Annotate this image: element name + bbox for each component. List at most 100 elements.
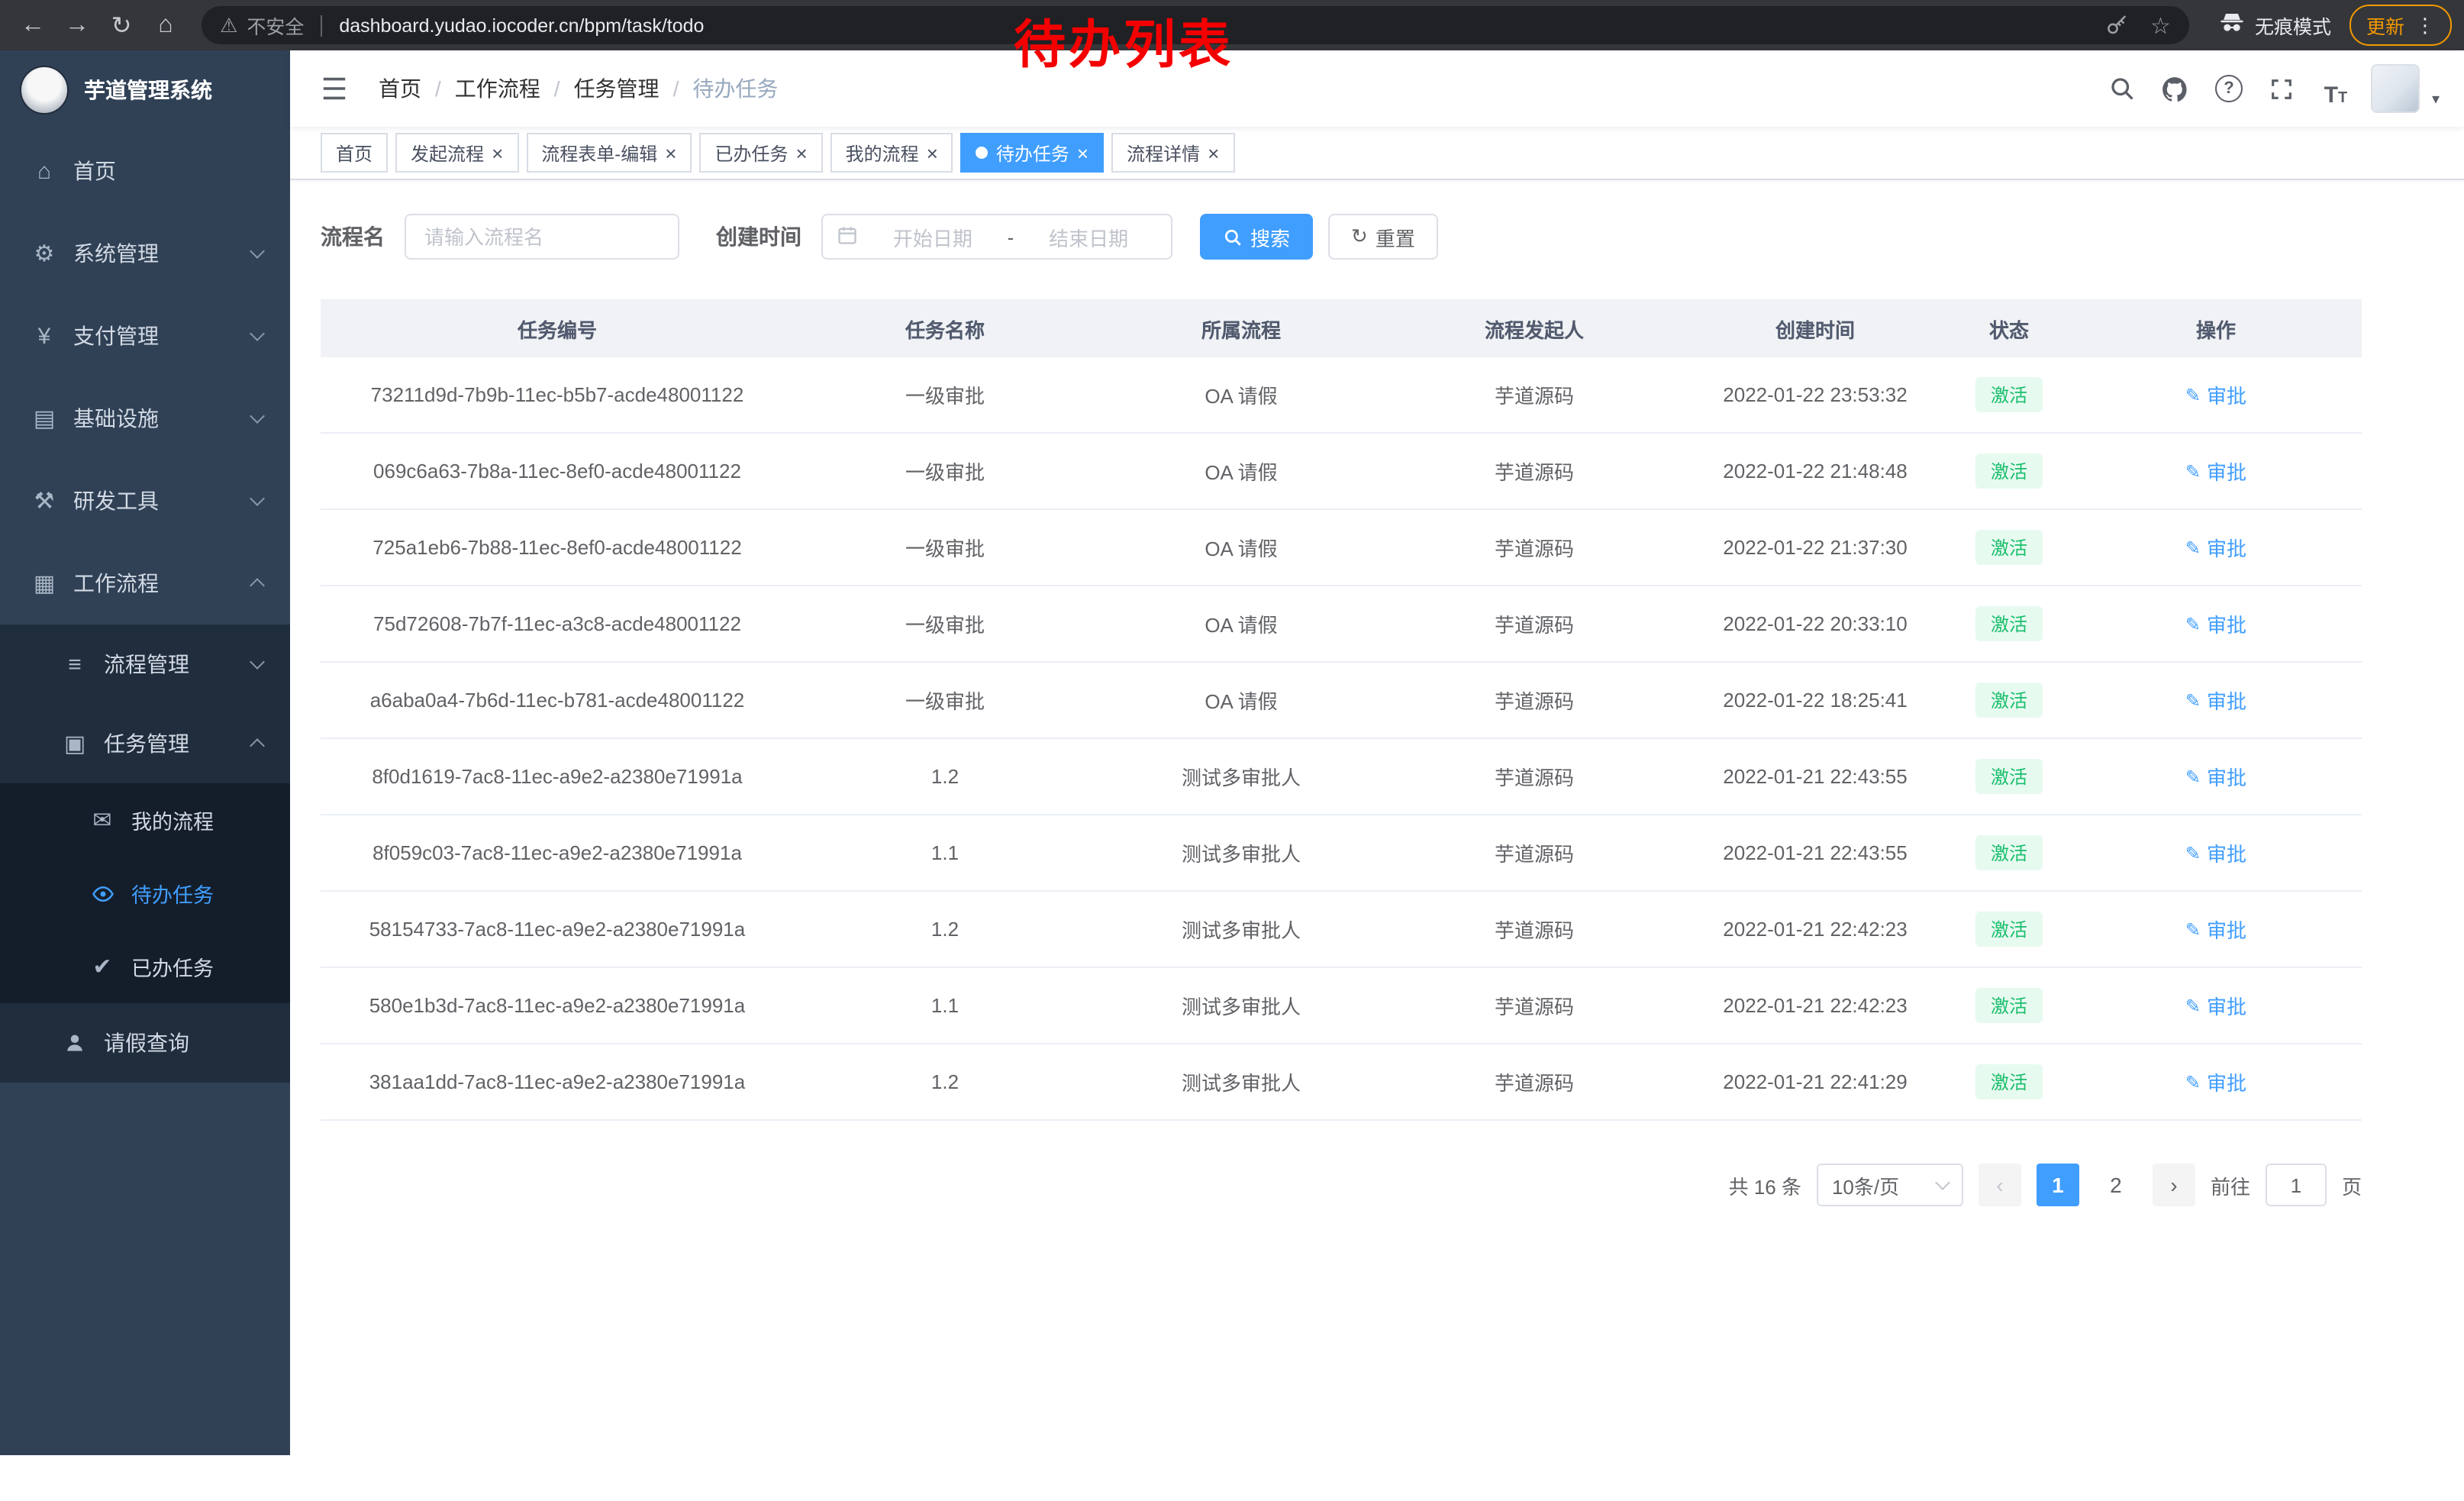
sidebar-item-label: 工作流程 bbox=[73, 568, 159, 599]
page-button-1[interactable]: 1 bbox=[2037, 1164, 2079, 1206]
breadcrumb-task-management[interactable]: 任务管理 bbox=[574, 73, 660, 104]
breadcrumb: 首页 / 工作流程 / 任务管理 / 待办任务 bbox=[379, 73, 778, 104]
approve-link[interactable]: ✎审批 bbox=[2185, 533, 2246, 562]
cell-starter: 芋道源码 bbox=[1386, 891, 1682, 967]
tab-process-detail[interactable]: 流程详情 × bbox=[1111, 133, 1234, 173]
cell-status: 激活 bbox=[1948, 891, 2070, 967]
tab-my-processes[interactable]: 我的流程 × bbox=[830, 133, 953, 173]
tab-done-tasks[interactable]: 已办任务 × bbox=[699, 133, 822, 173]
sidebar: 芋道管理系统 ⌂ 首页 ⚙ 系统管理 ¥ 支付管理 ▤ 基础设施 bbox=[0, 50, 290, 1455]
forward-button[interactable]: → bbox=[56, 5, 98, 46]
help-icon[interactable]: ? bbox=[2211, 70, 2247, 107]
page-number: 2 bbox=[2110, 1173, 2122, 1197]
cell-status: 激活 bbox=[1948, 357, 2070, 433]
sidebar-item-label: 支付管理 bbox=[73, 321, 159, 351]
font-size-icon[interactable]: TT bbox=[2317, 70, 2354, 107]
close-icon[interactable]: × bbox=[665, 143, 676, 163]
sidebar-item-workflow[interactable]: ▦ 工作流程 bbox=[0, 542, 290, 625]
end-date-placeholder: 结束日期 bbox=[1020, 222, 1157, 251]
create-time-label: 创建时间 bbox=[716, 221, 801, 252]
approve-link[interactable]: ✎审批 bbox=[2185, 762, 2246, 791]
close-icon[interactable]: × bbox=[927, 143, 938, 163]
sidebar-item-leave-query[interactable]: 请假查询 bbox=[0, 1003, 290, 1083]
security-label: 不安全 bbox=[247, 11, 304, 40]
next-page-button[interactable]: › bbox=[2153, 1164, 2195, 1206]
github-icon[interactable] bbox=[2157, 70, 2194, 107]
table-row: a6aba0a4-7b6d-11ec-b781-acde48001122 一级审… bbox=[321, 662, 2362, 738]
sidebar-item-task-management[interactable]: ▣ 任务管理 bbox=[0, 704, 290, 783]
update-button[interactable]: 更新 ⋮ bbox=[2350, 5, 2452, 46]
approve-link[interactable]: ✎审批 bbox=[2185, 686, 2246, 715]
bookmark-star-icon[interactable]: ☆ bbox=[2150, 11, 2171, 39]
back-button[interactable]: ← bbox=[12, 5, 53, 46]
address-bar[interactable]: ⚠ 不安全 dashboard.yudao.iocoder.cn/bpm/tas… bbox=[202, 6, 2189, 44]
cell-starter: 芋道源码 bbox=[1386, 357, 1682, 433]
person-icon bbox=[61, 1032, 89, 1054]
sidebar-item-infrastructure[interactable]: ▤ 基础设施 bbox=[0, 377, 290, 460]
page-button-2[interactable]: 2 bbox=[2095, 1164, 2137, 1206]
approve-link[interactable]: ✎审批 bbox=[2185, 380, 2246, 409]
url-text: dashboard.yudao.iocoder.cn/bpm/task/todo bbox=[339, 15, 704, 36]
dashboard-icon: ⌂ bbox=[31, 158, 58, 184]
approve-link[interactable]: ✎审批 bbox=[2185, 457, 2246, 486]
browser-menu-icon[interactable]: ⋮ bbox=[2415, 13, 2435, 37]
breadcrumb-home[interactable]: 首页 bbox=[379, 73, 421, 104]
sidebar-item-my-processes[interactable]: ✉ 我的流程 bbox=[0, 783, 290, 857]
goto-page-input[interactable] bbox=[2266, 1164, 2327, 1206]
close-icon[interactable]: × bbox=[492, 143, 503, 163]
cell-process: OA 请假 bbox=[1096, 433, 1386, 509]
close-icon[interactable]: × bbox=[795, 143, 807, 163]
process-name-input[interactable] bbox=[405, 214, 679, 260]
gear-icon: ⚙ bbox=[31, 240, 58, 267]
app-logo-row[interactable]: 芋道管理系统 bbox=[0, 50, 290, 130]
page-size-select[interactable]: 10条/页 bbox=[1817, 1164, 1963, 1206]
sidebar-item-todo-tasks[interactable]: 待办任务 bbox=[0, 857, 290, 930]
omnibox-right: ☆ bbox=[2098, 7, 2171, 44]
table-header-row: 任务编号 任务名称 所属流程 流程发起人 创建时间 状态 操作 bbox=[321, 299, 2362, 357]
prev-page-button[interactable]: ‹ bbox=[1979, 1164, 2021, 1206]
cell-process: OA 请假 bbox=[1096, 662, 1386, 738]
tab-process-form-edit[interactable]: 流程表单-编辑 × bbox=[526, 133, 692, 173]
close-icon[interactable]: × bbox=[1077, 143, 1088, 163]
cell-created: 2022-01-21 22:42:23 bbox=[1682, 891, 1948, 967]
approve-link[interactable]: ✎审批 bbox=[2185, 609, 2246, 638]
approve-link[interactable]: ✎审批 bbox=[2185, 915, 2246, 944]
cell-status: 激活 bbox=[1948, 1044, 2070, 1120]
sidebar-item-process-management[interactable]: ≡ 流程管理 bbox=[0, 625, 290, 704]
sidebar-item-home[interactable]: ⌂ 首页 bbox=[0, 130, 290, 212]
cell-actions: ✎审批 bbox=[2070, 586, 2362, 662]
tab-start-process[interactable]: 发起流程 × bbox=[395, 133, 518, 173]
reset-button[interactable]: ↻ 重置 bbox=[1328, 214, 1438, 260]
approve-label: 审批 bbox=[2207, 838, 2246, 867]
cell-status: 激活 bbox=[1948, 967, 2070, 1044]
sidebar-item-payment[interactable]: ¥ 支付管理 bbox=[0, 295, 290, 377]
breadcrumb-separator: / bbox=[554, 76, 560, 101]
sidebar-item-done-tasks[interactable]: ✔ 已办任务 bbox=[0, 930, 290, 1003]
cell-process: 测试多审批人 bbox=[1096, 967, 1386, 1044]
incognito-icon bbox=[2220, 12, 2244, 38]
cell-starter: 芋道源码 bbox=[1386, 815, 1682, 891]
user-avatar[interactable] bbox=[2371, 64, 2420, 113]
tab-home[interactable]: 首页 bbox=[321, 133, 388, 173]
approve-link[interactable]: ✎审批 bbox=[2185, 991, 2246, 1020]
fullscreen-icon[interactable] bbox=[2264, 70, 2301, 107]
breadcrumb-workflow[interactable]: 工作流程 bbox=[455, 73, 540, 104]
date-range-picker[interactable]: 开始日期 - 结束日期 bbox=[821, 214, 1172, 260]
cell-process: 测试多审批人 bbox=[1096, 891, 1386, 967]
reload-button[interactable]: ↻ bbox=[101, 5, 142, 46]
sidebar-item-system[interactable]: ⚙ 系统管理 bbox=[0, 212, 290, 295]
search-button[interactable]: 搜索 bbox=[1200, 214, 1313, 260]
close-icon[interactable]: × bbox=[1208, 143, 1219, 163]
sidebar-toggle-icon[interactable] bbox=[314, 69, 354, 108]
sidebar-item-devtools[interactable]: ⚒ 研发工具 bbox=[0, 460, 290, 542]
home-button[interactable]: ⌂ bbox=[145, 5, 186, 46]
status-badge: 激活 bbox=[1975, 377, 2043, 412]
tab-todo-tasks[interactable]: 待办任务 × bbox=[961, 133, 1104, 173]
range-separator: - bbox=[1008, 225, 1014, 248]
start-date-placeholder: 开始日期 bbox=[864, 222, 1001, 251]
col-actions: 操作 bbox=[2070, 299, 2362, 357]
search-icon[interactable] bbox=[2104, 70, 2140, 107]
approve-link[interactable]: ✎审批 bbox=[2185, 838, 2246, 867]
key-icon[interactable] bbox=[2098, 7, 2135, 44]
approve-link[interactable]: ✎审批 bbox=[2185, 1067, 2246, 1096]
